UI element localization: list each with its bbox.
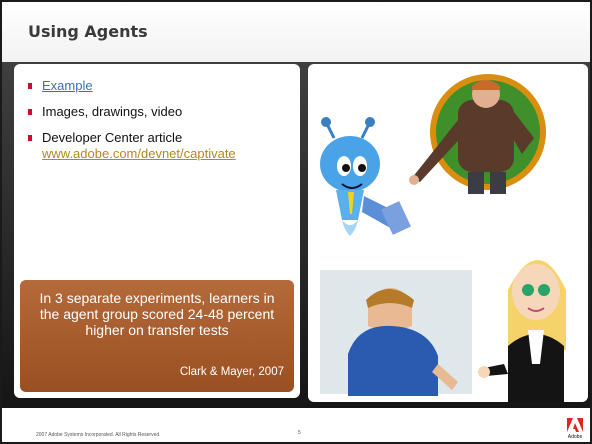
- title-bar: Using Agents: [2, 2, 590, 62]
- bullet-text: Images, drawings, video: [42, 104, 183, 119]
- presenter-man-photo: [409, 74, 546, 194]
- callout-text: In 3 separate experiments, learners in t…: [39, 290, 275, 338]
- adobe-logo: Adobe: [565, 414, 585, 440]
- example-link[interactable]: Example: [42, 78, 93, 93]
- bullet-text: Developer Center article: [42, 130, 183, 145]
- footer: 2007 Adobe Systems Incorporated. All Rig…: [2, 408, 590, 442]
- research-callout: In 3 separate experiments, learners in t…: [20, 280, 294, 392]
- page-title: Using Agents: [28, 22, 148, 41]
- agent-images: [320, 74, 566, 402]
- svg-text:Adobe: Adobe: [568, 434, 583, 440]
- page-number: 5: [298, 430, 301, 436]
- slide: Using Agents Example Images, drawings, v…: [2, 2, 590, 442]
- cartoon-woman-character: [478, 260, 566, 402]
- bullet-item-media: Images, drawings, video: [28, 104, 294, 120]
- bullet-list: Example Images, drawings, video Develope…: [28, 78, 294, 172]
- callout-citation: Clark & Mayer, 2007: [179, 366, 284, 378]
- bullet-item-devcenter: Developer Center article www.adobe.com/d…: [28, 130, 294, 162]
- image-panel: [308, 64, 588, 402]
- 3d-man-character: [320, 270, 472, 396]
- bullet-item-example: Example: [28, 78, 294, 94]
- robot-agent-illustration: [320, 117, 411, 236]
- copyright-text: 2007 Adobe Systems Incorporated. All Rig…: [36, 432, 161, 438]
- devnet-link[interactable]: www.adobe.com/devnet/captivate: [42, 146, 294, 162]
